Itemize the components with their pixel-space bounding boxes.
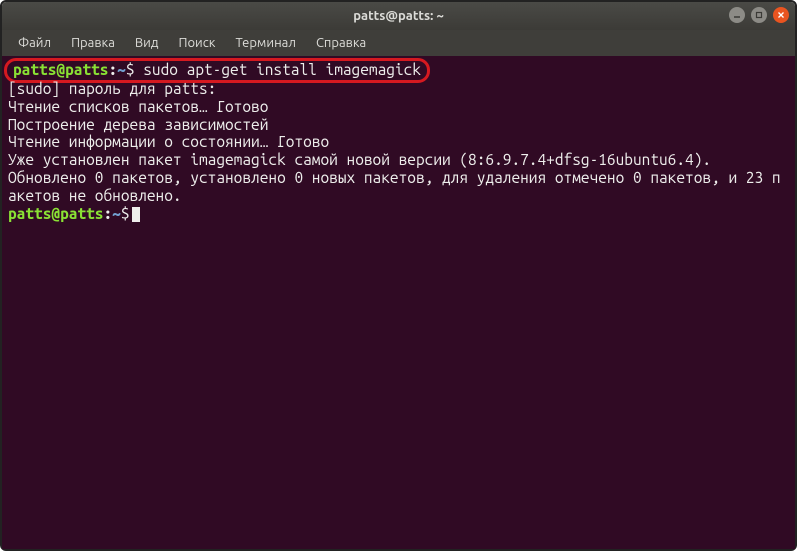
- prompt-dollar: $: [121, 205, 130, 222]
- minimize-icon: [733, 11, 741, 19]
- menu-help[interactable]: Справка: [308, 34, 374, 52]
- close-icon: [777, 11, 785, 19]
- menu-edit[interactable]: Правка: [63, 34, 123, 52]
- prompt-line-2: patts@patts:~$: [8, 205, 789, 223]
- prompt-dollar: $: [126, 61, 143, 78]
- prompt-line-1: patts@patts:~$ sudo apt-get install imag…: [8, 60, 789, 80]
- menu-terminal[interactable]: Терминал: [227, 34, 303, 52]
- close-button[interactable]: [773, 7, 789, 23]
- window-title: patts@patts: ~: [353, 9, 444, 23]
- prompt-userhost: patts@patts: [8, 205, 103, 222]
- typed-command: sudo apt-get install imagemagick: [143, 61, 421, 78]
- prompt-userhost: patts@patts: [13, 61, 108, 78]
- menu-search[interactable]: Поиск: [170, 34, 223, 52]
- minimize-button[interactable]: [729, 7, 745, 23]
- maximize-icon: [755, 11, 763, 19]
- output-line: Обновлено 0 пакетов, установлено 0 новых…: [8, 169, 789, 205]
- output-line: Уже установлен пакет imagemagick самой н…: [8, 151, 789, 169]
- output-line: Чтение информации о состоянии… Готово: [8, 133, 789, 151]
- prompt-path: ~: [112, 205, 121, 222]
- prompt-colon: :: [108, 61, 117, 78]
- prompt-colon: :: [103, 205, 112, 222]
- menu-view[interactable]: Вид: [127, 34, 167, 52]
- output-line: Построение дерева зависимостей: [8, 116, 789, 134]
- output-line: Чтение списков пакетов… Готово: [8, 98, 789, 116]
- menubar: Файл Правка Вид Поиск Терминал Справка: [2, 30, 795, 56]
- terminal-output[interactable]: patts@patts:~$ sudo apt-get install imag…: [2, 56, 795, 549]
- window-controls: [729, 7, 789, 23]
- cursor: [132, 207, 140, 222]
- maximize-button[interactable]: [751, 7, 767, 23]
- prompt-path: ~: [117, 61, 126, 78]
- window-titlebar: patts@patts: ~: [2, 2, 795, 30]
- menu-file[interactable]: Файл: [10, 34, 59, 52]
